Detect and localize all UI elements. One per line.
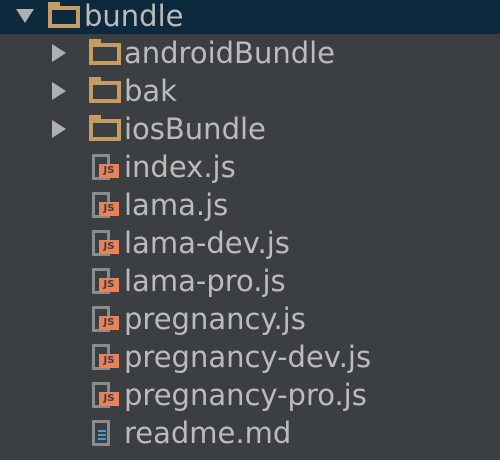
tree-item-file[interactable]: JS pregnancy-pro.js xyxy=(0,376,500,414)
js-badge: JS xyxy=(99,240,119,254)
tree-item-file[interactable]: JS lama-dev.js xyxy=(0,224,500,262)
js-badge: JS xyxy=(99,278,119,292)
tree-item-file[interactable]: JS pregnancy-dev.js xyxy=(0,338,500,376)
tree-item-file[interactable]: JS index.js xyxy=(0,148,500,186)
item-label: pregnancy-pro.js xyxy=(124,378,367,412)
item-label: iosBundle xyxy=(124,112,266,146)
folder-icon xyxy=(89,39,121,65)
expand-arrow-icon[interactable] xyxy=(16,9,34,23)
item-label: bundle xyxy=(84,0,184,33)
text-lines-icon xyxy=(98,430,106,440)
project-tree: bundle androidBundle bak iosBundle JS ind… xyxy=(0,0,500,452)
item-label: lama-pro.js xyxy=(124,264,286,298)
item-label: pregnancy-dev.js xyxy=(124,340,372,374)
item-label: lama.js xyxy=(124,188,229,222)
js-file-icon: JS xyxy=(92,306,119,332)
js-badge: JS xyxy=(99,392,119,406)
tree-item-folder[interactable]: iosBundle xyxy=(0,110,500,148)
markdown-file-icon xyxy=(92,420,110,446)
item-label: lama-dev.js xyxy=(124,226,290,260)
item-label: index.js xyxy=(124,150,236,184)
tree-item-bundle[interactable]: bundle xyxy=(0,0,500,34)
js-file-icon: JS xyxy=(92,230,119,256)
item-label: androidBundle xyxy=(124,36,336,70)
js-file-icon: JS xyxy=(92,154,119,180)
collapse-arrow-icon[interactable] xyxy=(52,82,66,100)
js-badge: JS xyxy=(99,164,119,178)
folder-icon xyxy=(48,2,80,28)
js-file-icon: JS xyxy=(92,344,119,370)
item-label: bak xyxy=(124,74,177,108)
folder-icon xyxy=(89,115,121,141)
folder-icon xyxy=(89,77,121,103)
tree-item-folder[interactable]: bak xyxy=(0,72,500,110)
js-file-icon: JS xyxy=(92,268,119,294)
js-badge: JS xyxy=(99,202,119,216)
collapse-arrow-icon[interactable] xyxy=(52,44,66,62)
item-label: pregnancy.js xyxy=(124,302,306,336)
js-badge: JS xyxy=(99,316,119,330)
tree-item-file[interactable]: readme.md xyxy=(0,414,500,452)
js-file-icon: JS xyxy=(92,192,119,218)
js-file-icon: JS xyxy=(92,382,119,408)
tree-item-file[interactable]: JS lama-pro.js xyxy=(0,262,500,300)
item-label: readme.md xyxy=(124,416,292,450)
tree-item-file[interactable]: JS lama.js xyxy=(0,186,500,224)
js-badge: JS xyxy=(99,354,119,368)
tree-item-file[interactable]: JS pregnancy.js xyxy=(0,300,500,338)
collapse-arrow-icon[interactable] xyxy=(52,120,66,138)
tree-item-folder[interactable]: androidBundle xyxy=(0,34,500,72)
